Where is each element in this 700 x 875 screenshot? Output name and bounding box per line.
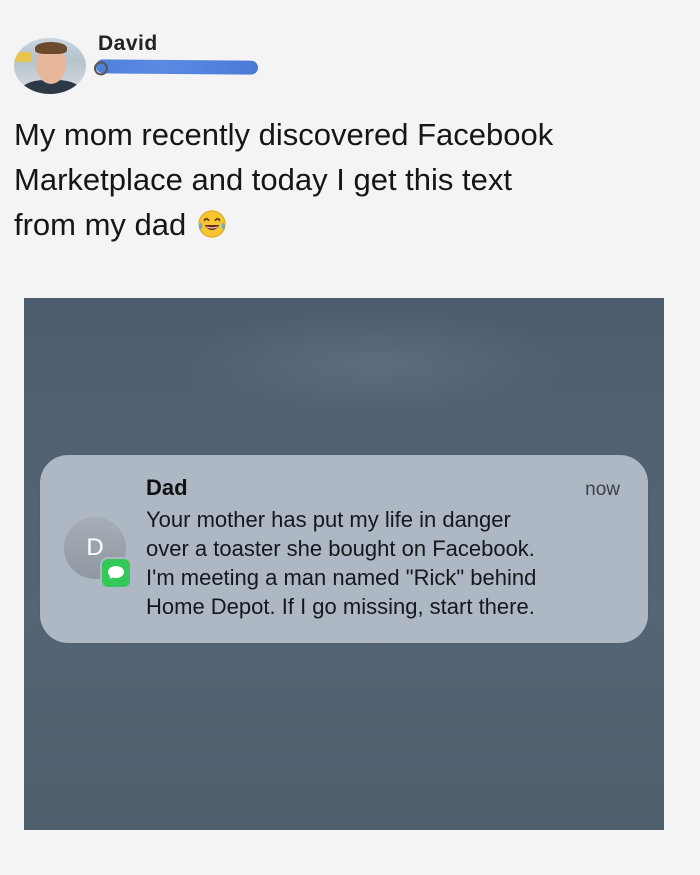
avatar-hair: [35, 42, 67, 54]
notification-body-line: Home Depot. If I go missing, start there…: [146, 594, 535, 619]
notification-sender: Dad: [146, 475, 188, 500]
author-name[interactable]: David: [98, 28, 158, 50]
author-handle-redacted: [95, 59, 259, 75]
message-notification[interactable]: D Dad now Your mother has put my life in…: [40, 455, 648, 643]
background-haze: [174, 308, 574, 418]
tweet-text: My mom recently discovered Facebook Mark…: [14, 112, 684, 247]
notification-body-line: Your mother has put my life in danger: [146, 507, 511, 532]
notification-body-line: over a toaster she bought on Facebook.: [146, 536, 535, 561]
avatar-background-taxi: [14, 52, 32, 62]
notification-body-line: I'm meeting a man named "Rick" behind: [146, 565, 537, 590]
tweet-text-line: My mom recently discovered Facebook: [14, 117, 554, 152]
messages-icon: [100, 557, 132, 589]
author-avatar[interactable]: [14, 38, 86, 94]
tweet-text-line-content: from my dad: [14, 207, 187, 242]
tweet-text-line: from my dad: [14, 202, 684, 247]
notification-time: now: [585, 479, 620, 500]
tweet-text-line: Marketplace and today I get this text: [14, 162, 512, 197]
face-with-tears-of-joy-icon: [198, 210, 226, 238]
notification-body: Your mother has put my life in danger ov…: [146, 505, 626, 621]
